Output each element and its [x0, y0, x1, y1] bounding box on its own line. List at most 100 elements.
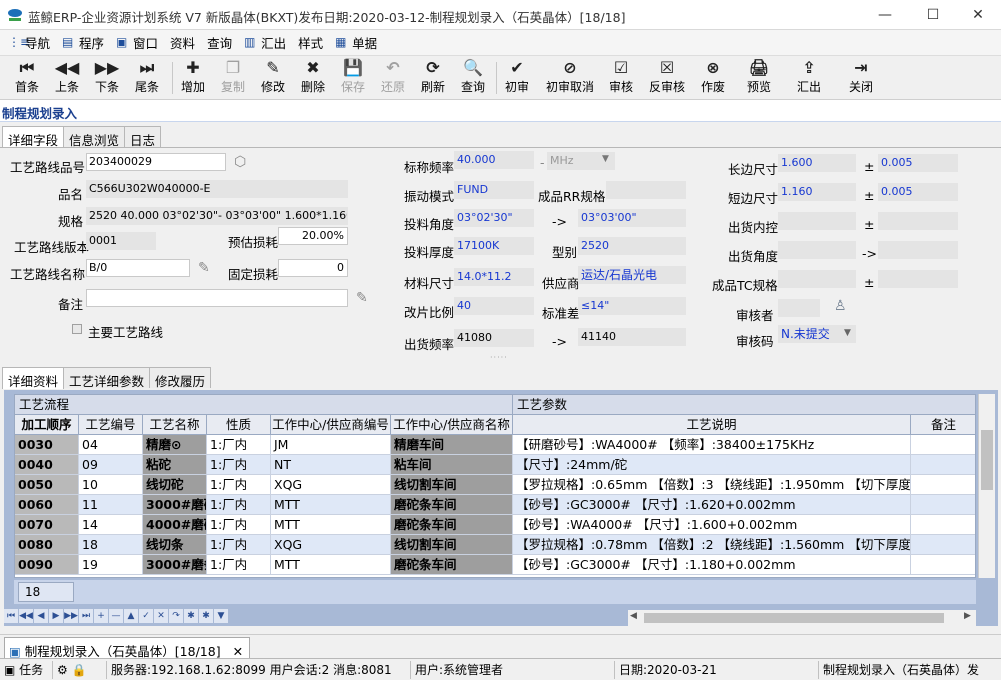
rr-spec-field[interactable]: [606, 181, 686, 199]
nav-sort-icon[interactable]: ▼: [214, 609, 228, 623]
cell-process-name[interactable]: 精磨⊙: [143, 435, 207, 455]
cell-center-code[interactable]: JM: [271, 435, 391, 455]
cell-seq[interactable]: 0030: [15, 435, 79, 455]
table-row[interactable]: 0050 10 线切砣 1:厂内 XQG 线切割车间 【罗拉规格】:0.65mm 【倍数】:…: [15, 475, 975, 495]
table-row[interactable]: 0080 18 线切条 1:厂内 XQG 线切割车间 【罗拉规格】:0.78mm 【倍数】:…: [15, 535, 975, 555]
menu-nav[interactable]: ⋮≡ 导航: [2, 32, 56, 54]
cell-process-desc[interactable]: 【罗拉规格】:0.65mm 【倍数】:3 【绕线距】:1.950mm 【切下厚度…: [513, 475, 911, 495]
scroll-left-icon[interactable]: ◀: [630, 611, 637, 621]
nav-first-icon[interactable]: ⏮: [4, 609, 18, 623]
scroll-thumb[interactable]: [644, 613, 944, 623]
cell-process-name[interactable]: 3000#磨砣: [143, 495, 207, 515]
cell-center-code[interactable]: XQG: [271, 535, 391, 555]
tab-log[interactable]: 日志: [124, 126, 162, 148]
long-size-field[interactable]: 1.600: [778, 154, 856, 172]
menu-export[interactable]: ▥ 汇出: [238, 32, 292, 54]
close-window-button[interactable]: ✕: [955, 0, 1001, 30]
cell-remark[interactable]: [911, 495, 975, 515]
nav-next-icon[interactable]: ▶: [49, 609, 63, 623]
unapprove-button[interactable]: ☒ 反审核: [644, 58, 690, 98]
document-tab[interactable]: ▣ 制程规划录入（石英晶体）[18/18] ✕: [4, 637, 251, 659]
cell-process-no[interactable]: 09: [79, 455, 143, 475]
cell-process-desc[interactable]: 【砂号】:WA4000# 【尺寸】:1.600+0.002mm: [513, 515, 911, 535]
col-process-name[interactable]: 工艺名称: [143, 415, 207, 435]
tab-process-params[interactable]: 工艺详细参数: [63, 367, 151, 389]
cell-nature[interactable]: 1:厂内: [207, 515, 271, 535]
menu-query[interactable]: 查询: [201, 32, 238, 54]
ship-ctrl-tol-field[interactable]: [878, 212, 958, 230]
export-button[interactable]: ⇪ 汇出: [786, 58, 832, 98]
nav-post-icon[interactable]: ✓: [139, 609, 153, 623]
cell-process-name[interactable]: 线切砣: [143, 475, 207, 495]
cell-process-no[interactable]: 04: [79, 435, 143, 455]
nav-last-icon[interactable]: ⏭: [79, 609, 93, 623]
table-row[interactable]: 0040 09 粘砣 1:厂内 NT 粘车间 【尺寸】:24mm/砣: [15, 455, 975, 475]
cell-center-name[interactable]: 粘车间: [391, 455, 513, 475]
cell-process-name[interactable]: 3000#磨条: [143, 555, 207, 575]
approve-button[interactable]: ☑ 审核: [598, 58, 644, 98]
remark-field[interactable]: [86, 289, 348, 307]
cell-nature[interactable]: 1:厂内: [207, 555, 271, 575]
nav-prev-page-icon[interactable]: ◀◀: [19, 609, 33, 623]
col-seq[interactable]: 加工顺序: [15, 415, 79, 435]
cell-center-name[interactable]: 磨砣条车间: [391, 495, 513, 515]
close-form-button[interactable]: ⇥ 关闭: [838, 58, 884, 98]
cell-center-name[interactable]: 磨砣条车间: [391, 515, 513, 535]
cell-process-no[interactable]: 14: [79, 515, 143, 535]
cell-process-no[interactable]: 11: [79, 495, 143, 515]
out-freq-to-field[interactable]: 41140: [578, 328, 686, 346]
model-field[interactable]: 2520: [578, 237, 686, 255]
nav-delete-icon[interactable]: —: [109, 609, 123, 623]
tab-info-browse[interactable]: 信息浏览: [63, 126, 126, 148]
nav-prev-icon[interactable]: ◀: [34, 609, 48, 623]
grid-vertical-scrollbar[interactable]: [978, 394, 995, 578]
tab-details[interactable]: 详细资料: [2, 367, 65, 389]
cell-process-desc[interactable]: 【砂号】:GC3000# 【尺寸】:1.180+0.002mm: [513, 555, 911, 575]
cell-nature[interactable]: 1:厂内: [207, 475, 271, 495]
first-review-button[interactable]: ✔ 初审: [494, 58, 540, 98]
table-row[interactable]: 0070144000#磨砣1:厂内MTT磨砣条车间【砂号】:WA4000# 【尺…: [15, 515, 975, 535]
ship-ctrl-field[interactable]: [778, 212, 856, 230]
cell-remark[interactable]: [911, 535, 975, 555]
settings-icon[interactable]: ⚙: [57, 663, 68, 677]
cell-process-name[interactable]: 4000#磨砣: [143, 515, 207, 535]
nav-insert-icon[interactable]: +: [94, 609, 108, 623]
task-button[interactable]: ▣ 任务: [0, 661, 50, 679]
tab-change-history[interactable]: 修改履历: [149, 367, 212, 389]
cell-center-code[interactable]: MTT: [271, 555, 391, 575]
cell-seq[interactable]: 0080: [15, 535, 79, 555]
nav-filter-icon[interactable]: ✱: [184, 609, 198, 623]
cell-center-name[interactable]: 线切割车间: [391, 475, 513, 495]
col-remark[interactable]: 备注: [911, 415, 975, 435]
minimize-button[interactable]: —: [862, 0, 908, 30]
cell-process-desc[interactable]: 【罗拉规格】:0.78mm 【倍数】:2 【绕线距】:1.560mm 【切下厚度…: [513, 535, 911, 555]
cell-center-name[interactable]: 精磨车间: [391, 435, 513, 455]
table-row[interactable]: 0060113000#磨砣1:厂内MTT磨砣条车间【砂号】:GC3000# 【尺…: [15, 495, 975, 515]
est-loss-field[interactable]: 20.00%: [278, 227, 348, 245]
ratio-field[interactable]: 40: [454, 297, 534, 315]
cell-remark[interactable]: [911, 475, 975, 495]
nav-next-page-icon[interactable]: ▶▶: [64, 609, 78, 623]
cell-center-name[interactable]: 磨砣条车间: [391, 555, 513, 575]
query-button[interactable]: 🔍 查询: [450, 58, 496, 98]
tab-detail-fields[interactable]: 详细字段: [2, 126, 65, 148]
table-row[interactable]: 0030 04 精磨⊙ 1:厂内 JM 精磨车间 【研磨砂号】:WA4000# 【频率】:3…: [15, 435, 975, 455]
out-freq-from-field[interactable]: 41080: [454, 329, 534, 347]
user-icon[interactable]: ♙: [834, 298, 847, 314]
col-process-no[interactable]: 工艺编号: [79, 415, 143, 435]
col-nature[interactable]: 性质: [207, 415, 271, 435]
menu-window[interactable]: ▣ 窗口: [110, 32, 164, 54]
route-no-field[interactable]: 203400029: [86, 153, 226, 171]
std-dev-field[interactable]: ≤14": [578, 297, 686, 315]
cell-process-name[interactable]: 粘砣: [143, 455, 207, 475]
cell-process-no[interactable]: 18: [79, 535, 143, 555]
table-row[interactable]: 0090193000#磨条1:厂内MTT磨砣条车间【砂号】:GC3000# 【尺…: [15, 555, 975, 575]
col-process-desc[interactable]: 工艺说明: [513, 415, 911, 435]
last-record-button[interactable]: ⏭ 尾条: [124, 58, 170, 98]
edit-note-icon[interactable]: ✎: [198, 260, 210, 276]
cell-nature[interactable]: 1:厂内: [207, 495, 271, 515]
nominal-freq-field[interactable]: 40.000: [454, 151, 534, 169]
nav-up-icon[interactable]: ▲: [124, 609, 138, 623]
menu-program[interactable]: ▤ 程序: [56, 32, 110, 54]
cut-angle-to-field[interactable]: 03°03'00": [578, 209, 686, 227]
